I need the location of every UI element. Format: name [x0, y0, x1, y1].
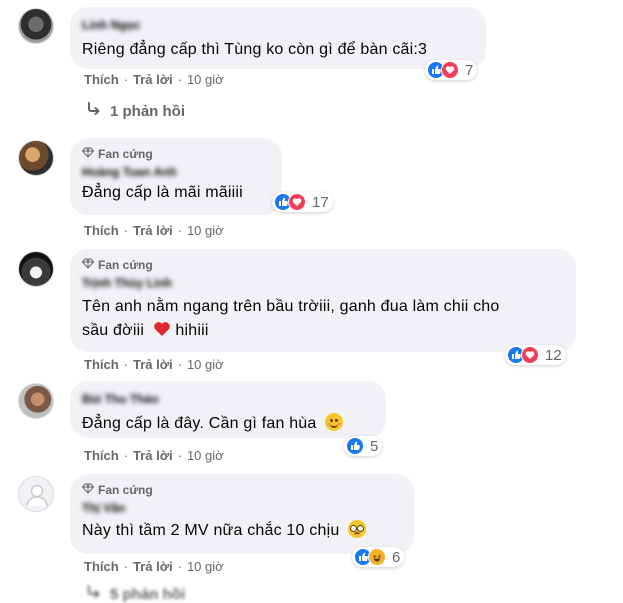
commenter-avatar[interactable] [18, 8, 54, 44]
separator-dot: · [177, 357, 182, 372]
diamond-icon [82, 257, 94, 273]
comment-text: Này thì tầm 2 MV nữa chắc 10 chịu [82, 520, 402, 542]
reply-link[interactable]: Trả lời [133, 558, 173, 576]
badge-label: Fan cứng [98, 483, 153, 497]
reaction-summary[interactable]: 5 [344, 436, 383, 456]
commenter-avatar[interactable] [18, 140, 54, 176]
comment-text-fragment: sầu đờiii [82, 322, 145, 339]
separator-dot: · [123, 357, 129, 372]
replies-label: 1 phản hồi [110, 102, 185, 120]
love-icon [288, 193, 306, 211]
comment-actions: Thích · Trả lời · 10 giờ [84, 71, 224, 89]
like-icon [346, 437, 364, 455]
commenter-avatar[interactable] [18, 383, 54, 419]
reaction-count: 17 [312, 193, 329, 211]
reaction-count: 7 [465, 61, 474, 79]
comment-text-fragment: hihiii [175, 322, 209, 339]
love-icon [521, 346, 539, 364]
love-icon [441, 61, 459, 79]
diamond-icon [82, 146, 94, 162]
comment-time[interactable]: 10 giờ [187, 222, 224, 240]
comment-text-line: Tên anh nằm ngang trên bầu trờiii, ganh … [82, 298, 500, 315]
separator-dot: · [177, 448, 182, 463]
view-more-replies-button[interactable]: 5 phản hồi [86, 585, 185, 603]
reaction-count: 6 [392, 548, 401, 566]
reply-link[interactable]: Trả lời [133, 222, 173, 240]
pleading-face-emoji-icon [348, 520, 367, 538]
comment-bubble: Fan cứng Trịnh Thùy Linh Tên anh nằm nga… [70, 249, 576, 352]
separator-dot: · [177, 223, 182, 238]
reaction-count: 5 [370, 437, 379, 455]
red-heart-emoji-icon [153, 320, 171, 338]
badge-label: Fan cứng [98, 258, 153, 272]
smiling-face-emoji-icon [325, 413, 344, 431]
default-avatar-icon [26, 484, 48, 507]
comment-text-fragment: Đẳng cấp là đây. Cần gì fan hùa [82, 415, 317, 432]
comment-text: Tên anh nằm ngang trên bầu trờiii, ganh … [82, 296, 564, 342]
separator-dot: · [123, 448, 129, 463]
comment-text-fragment: Này thì tầm 2 MV nữa chắc 10 chịu [82, 522, 340, 539]
fan-badge: Fan cứng [82, 257, 564, 273]
view-replies-button[interactable]: 1 phản hồi [86, 101, 185, 121]
diamond-icon [82, 482, 94, 498]
reply-arrow-icon [86, 102, 102, 120]
reply-arrow-icon [86, 585, 102, 603]
reaction-summary[interactable]: 12 [505, 345, 566, 365]
haha-icon [368, 548, 386, 566]
commenter-avatar[interactable] [18, 476, 54, 512]
like-link[interactable]: Thích [84, 558, 119, 576]
separator-dot: · [123, 559, 129, 574]
reply-link[interactable]: Trả lời [133, 447, 173, 465]
fan-badge: Fan cứng [82, 482, 402, 498]
commenter-avatar[interactable] [18, 251, 54, 287]
comment-actions: Thích · Trả lời · 10 giờ [84, 222, 224, 240]
like-link[interactable]: Thích [84, 447, 119, 465]
reaction-summary[interactable]: 17 [272, 192, 333, 212]
comment-bubble: Fan cứng Hoàng Tuan Anh Đẳng cấp là mãi … [70, 138, 282, 215]
reply-link[interactable]: Trả lời [133, 71, 173, 89]
separator-dot: · [123, 223, 129, 238]
comment-actions: Thích · Trả lời · 10 giờ [84, 447, 224, 465]
comment-time[interactable]: 10 giờ [187, 447, 224, 465]
like-link[interactable]: Thích [84, 222, 119, 240]
comment-text: Đẳng cấp là mãi mãiiii [82, 184, 243, 201]
reply-link[interactable]: Trả lời [133, 356, 173, 374]
comment-bubble: Bùi Thu Thảo Đẳng cấp là đây. Cần gì fan… [70, 381, 386, 438]
comment-time[interactable]: 10 giờ [187, 356, 224, 374]
comment-bubble: Linh Ngọc Riêng đẳng cấp thì Tùng ko còn… [70, 7, 486, 69]
commenter-name[interactable]: Trịnh Thùy Linh [82, 275, 564, 291]
reaction-summary[interactable]: 6 [352, 547, 405, 567]
reaction-count: 12 [545, 346, 562, 364]
fan-badge: Fan cứng [82, 146, 270, 162]
commenter-name[interactable]: Bùi Thu Thảo [82, 391, 374, 407]
more-replies-label: 5 phản hồi [110, 585, 185, 603]
comment-time[interactable]: 10 giờ [187, 71, 224, 89]
badge-label: Fan cứng [98, 147, 153, 161]
commenter-name[interactable]: Hoàng Tuan Anh [82, 164, 270, 180]
commenter-name[interactable]: Linh Ngọc [82, 17, 474, 33]
comment-text: Riêng đẳng cấp thì Tùng ko còn gì để bàn… [82, 41, 428, 58]
commenter-name[interactable]: Thị Vân [82, 500, 402, 516]
like-link[interactable]: Thích [84, 356, 119, 374]
comment-text: Đẳng cấp là đây. Cần gì fan hùa [82, 413, 374, 435]
separator-dot: · [123, 72, 129, 87]
reaction-summary[interactable]: 7 [425, 60, 478, 80]
comment-time[interactable]: 10 giờ [187, 558, 224, 576]
like-link[interactable]: Thích [84, 71, 119, 89]
separator-dot: · [177, 72, 182, 87]
comment-text-line: sầu đờiii hihiii [82, 320, 564, 342]
comment-bubble: Fan cứng Thị Vân Này thì tầm 2 MV nữa ch… [70, 474, 414, 554]
comment-actions: Thích · Trả lời · 10 giờ [84, 356, 224, 374]
separator-dot: · [177, 559, 182, 574]
comment-actions: Thích · Trả lời · 10 giờ [84, 558, 224, 576]
